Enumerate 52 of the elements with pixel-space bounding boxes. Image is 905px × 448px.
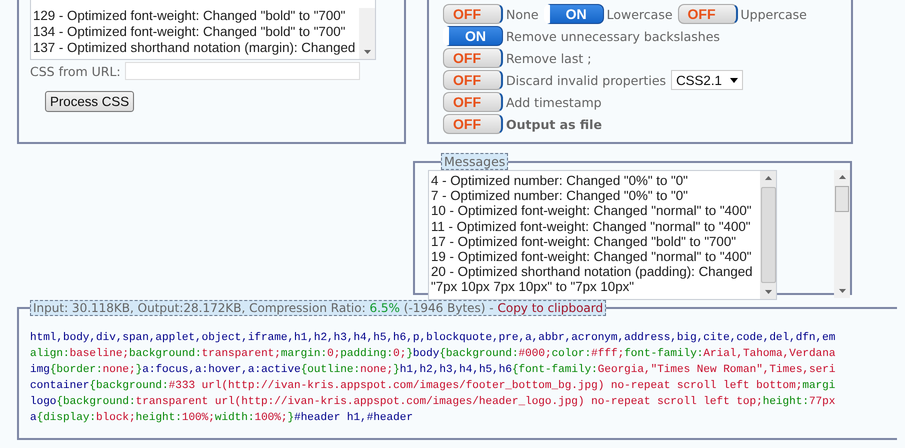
message-line: 7 - Optimized number: Changed "0%" to "0" [431,188,689,204]
code-line: align:baseline;background:transparent;margin:0;padding:0;}body{background:#000;color:#fff;font-family:Arial,Tahoma,Verdana [30,347,836,362]
messages-textarea[interactable] [428,170,777,300]
code-line: html,body,div,span,applet,object,iframe,h1,h2,h3,h4,h5,h6,p,blockquote,pre,a,abbr,acronym,address,big,cite,code,del,dfn,em [30,331,836,346]
toggle-switch[interactable]: OFF [443,114,503,134]
code-line: logo{background:transparent url(http://ivan-kris.appspot.com/images/header_logo.jpg) no-repeat scroll left top;height:77px [30,395,836,410]
toggle-switch[interactable]: OFF [443,48,503,68]
message-line: 11 - Optimized font-weight: Changed "normal" to "400" [431,218,752,234]
caret-icon [730,78,738,82]
log-line: 129 - Optimized font-weight: Changed "bold" to "700" [33,8,346,24]
url-label: CSS from URL: [30,64,121,78]
toggle-switch[interactable]: ON [544,4,604,24]
option-label: Output as file [506,116,602,132]
log-line: 137 - Optimized shorthand notation (margin): Changed [33,40,356,56]
process-css-button[interactable]: Process CSS [45,91,134,112]
scrollbar-thumb[interactable] [835,186,849,212]
message-line: 19 - Optimized font-weight: Changed "normal" to "400" [431,249,752,264]
scrollbar[interactable] [359,8,375,59]
code-line: img{border:none;}a:focus,a:hover,a:active{outline:none;}h1,h2,h3,h4,h5,h6{font-family:Georgia,"Times New Roman",Times,seri [30,363,836,378]
option-label: Add timestamp [506,94,602,110]
down-arrow-icon[interactable] [838,289,846,293]
toggle-switch[interactable]: OFF [443,70,503,90]
toggle-switch[interactable]: OFF [443,92,503,112]
message-line: 20 - Optimized shorthand notation (padding): Changed "7px 10px 7px 10px" to "7px 10px" [431,264,754,295]
option-label: Remove unnecessary backslashes [506,28,720,44]
toggle-switch[interactable]: OFF [678,4,738,24]
url-input-field[interactable] [124,62,360,80]
up-arrow-icon[interactable] [838,175,846,179]
code-line: container{background:#333 url(http://ivan-kris.appspot.com/images/footer_bottom_bg.jpg) no-repeat scroll left bottom;margi [30,379,836,394]
log-textarea[interactable]: 129 - Optimized font-weight: Changed "bold" to "700" 134 - Optimized font-weight: Changed "bold" to "700" 137 - Optimized shorthand notation (margin): Changed [30,0,376,60]
code-line: a{display:block;height:100%;width:100%;}#header h1,#header [30,411,414,426]
down-arrow-icon[interactable] [364,50,370,54]
compression-status: Input: 30.118KB, Output:28.172KB, Compression Ratio: 6.5% (-1946 Bytes) - [33,301,494,315]
message-line: 10 - Optimized font-weight: Changed "normal" to "400" [431,203,752,219]
toggle-switch[interactable]: ON [443,26,503,46]
toggle-switch[interactable]: OFF [443,4,503,24]
copy-to-clipboard-link[interactable]: Copy to clipboard [497,301,604,315]
message-line: 4 - Optimized number: Changed "0%" to "0" [431,173,689,188]
scrollbar[interactable] [760,171,776,299]
option-label: Discard invalid properties [506,72,666,88]
down-arrow-icon[interactable] [764,290,772,294]
message-line: 17 - Optimized font-weight: Changed "bold" to "700" [431,234,737,250]
up-arrow-icon[interactable] [764,176,772,180]
option-label: Remove last ; [506,50,592,66]
messages-legend: Messages [441,153,508,170]
css-level-dropdown[interactable]: CSS2.1 [671,70,743,90]
log-line: 134 - Optimized font-weight: Changed "bold" to "700" [33,24,346,40]
scrollbar[interactable] [834,170,850,298]
option-label: Lowercase [606,6,673,22]
option-label: Uppercase [740,6,807,22]
option-label: None [506,6,539,22]
scrollbar-thumb[interactable] [760,187,776,283]
